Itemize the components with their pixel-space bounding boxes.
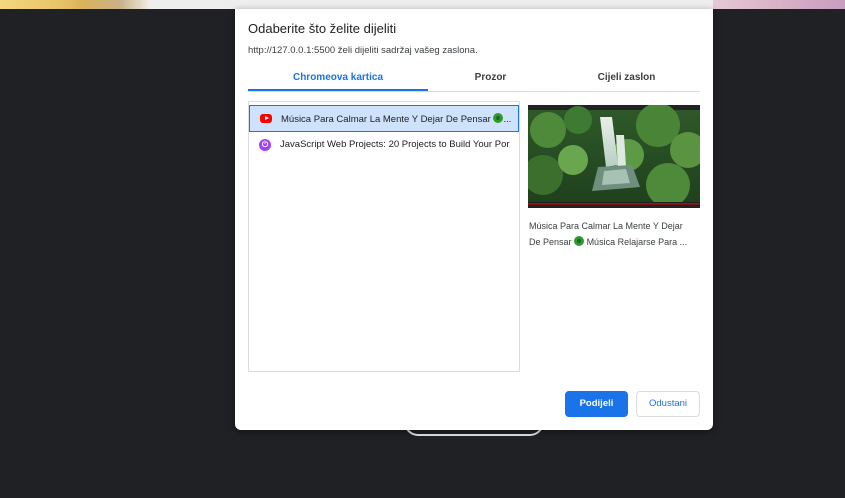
background-image-left: [0, 0, 150, 9]
background-image-right: [713, 0, 845, 9]
tab-list: Música Para Calmar La Mente Y Dejar De P…: [248, 101, 520, 372]
preview-caption: Música Para Calmar La Mente Y Dejar De P…: [529, 218, 701, 250]
share-source-tabs: Chromeova kartica Prozor Cijeli zaslon: [248, 67, 700, 92]
preview-caption-line2: De Pensar Música Relajarse Para ...: [529, 236, 688, 247]
youtube-icon: [260, 113, 272, 125]
clover-emoji-icon: [493, 113, 504, 123]
active-tab-indicator: [248, 89, 428, 91]
background-page-strip: [0, 0, 845, 9]
cancel-button[interactable]: Odustani: [636, 391, 700, 417]
list-item-label: JavaScript Web Projects: 20 Projects to …: [280, 139, 510, 150]
tab-chrome-tab[interactable]: Chromeova kartica: [248, 67, 428, 91]
list-item-javascript-tab[interactable]: ⏻ JavaScript Web Projects: 20 Projects t…: [249, 132, 519, 159]
share-button[interactable]: Podijeli: [565, 391, 628, 417]
list-item-label: Música Para Calmar La Mente Y Dejar De P…: [281, 113, 511, 125]
screen: Odaberite što želite dijeliti http://127…: [0, 0, 845, 498]
dialog-title: Odaberite što želite dijeliti: [248, 21, 397, 36]
tab-entire-screen[interactable]: Cijeli zaslon: [553, 67, 700, 91]
tab-preview-thumbnail: [528, 105, 700, 208]
tab-window[interactable]: Prozor: [428, 67, 553, 91]
share-screen-dialog: Odaberite što želite dijeliti http://127…: [235, 9, 713, 430]
preview-caption-line1: Música Para Calmar La Mente Y Dejar: [529, 221, 683, 231]
dialog-subtitle: http://127.0.0.1:5500 želi dijeliti sadr…: [248, 45, 478, 56]
clover-emoji-icon: [574, 236, 585, 246]
list-item-music-tab[interactable]: Música Para Calmar La Mente Y Dejar De P…: [249, 105, 519, 132]
javascript-course-icon: ⏻: [259, 139, 271, 151]
